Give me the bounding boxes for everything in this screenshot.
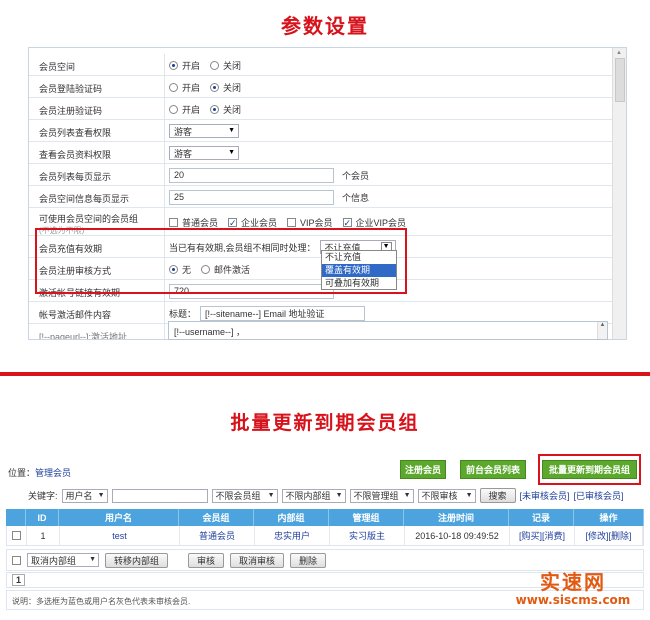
purchase-record-link[interactable]: [购买] <box>519 529 542 542</box>
setting-register-captcha: 会员注册验证码 开启 关闭 <box>29 98 614 120</box>
recharge-option[interactable]: 不让充值 <box>322 251 396 264</box>
admin-group-select[interactable]: 不限管理组 ▼ <box>349 488 414 503</box>
member-table: ID 用户名 会员组 内部组 管理组 注册时间 记录 操作 1 test 普通会… <box>6 509 644 546</box>
username-link[interactable]: test <box>60 526 180 545</box>
recharge-dropdown-list: 不让充值 覆盖有效期 可叠加有效期 <box>321 250 397 290</box>
filter-bar: 关键字: 用户名 ▼ 不限会员组 ▼ 不限内部组 ▼ 不限管理组 ▼ 不限审核 ▼ 搜索 … <box>8 487 624 504</box>
table-header: ID 用户名 会员组 内部组 管理组 注册时间 记录 操作 <box>6 509 644 526</box>
column-header: 会员组 <box>179 509 254 526</box>
column-header: ID <box>26 509 59 526</box>
page-title-settings: 参数设置 <box>281 14 369 38</box>
highlight-box <box>538 454 641 485</box>
group-vip-checkbox[interactable] <box>287 217 297 227</box>
move-inner-group-button[interactable]: 转移内部组 <box>105 552 169 568</box>
chevron-down-icon: ▼ <box>335 491 343 499</box>
scroll-up-icon: ▲ <box>616 50 622 56</box>
register-captcha-on-radio[interactable] <box>169 104 178 114</box>
cancel-inner-group-select[interactable]: 取消内部组 ▼ <box>27 553 99 567</box>
table-row: 1 test 普通会员 忠实用户 实习版主 2016-10-18 09:49:5… <box>6 526 644 546</box>
keyword-input[interactable] <box>111 488 208 503</box>
setting-list-per-page: 会员列表每页显示 20 个会员 <box>29 164 614 186</box>
setting-member-space: 会员空间 开启 关闭 <box>29 54 614 76</box>
site-watermark: 实速网 www.siscms.com <box>503 566 643 607</box>
column-header: 内部组 <box>254 509 329 526</box>
list-permission-select[interactable]: 游客 ▼ <box>169 124 239 138</box>
column-header: 记录 <box>509 509 574 526</box>
recharge-option[interactable]: 覆盖有效期 <box>322 264 396 277</box>
group-normal-checkbox[interactable] <box>169 217 178 227</box>
consume-record-link[interactable]: [消费] <box>542 529 565 542</box>
audit-select[interactable]: 不限审核 ▼ <box>417 488 476 503</box>
page-title-batch-update: 批量更新到期会员组 <box>230 412 420 434</box>
column-header: 操作 <box>574 509 644 526</box>
column-header: 注册时间 <box>404 509 509 526</box>
space-per-page-input[interactable]: 25 <box>169 189 334 205</box>
cancel-audit-button[interactable]: 取消审核 <box>230 552 285 568</box>
member-space-off-radio[interactable] <box>210 60 220 70</box>
select-all-checkbox[interactable] <box>12 555 21 565</box>
chevron-down-icon: ▼ <box>267 491 275 499</box>
group-enterprise-vip-checkbox[interactable]: ✓ <box>342 217 352 227</box>
login-captcha-on-radio[interactable] <box>169 82 178 92</box>
member-space-on-radio[interactable] <box>169 60 178 70</box>
member-group-select[interactable]: 不限会员组 ▼ <box>211 488 278 503</box>
search-field-select[interactable]: 用户名 ▼ <box>61 488 108 503</box>
chevron-down-icon: ▼ <box>89 556 96 563</box>
delete-link[interactable]: [删除] <box>609 529 632 542</box>
register-member-button[interactable]: 注册会员 <box>400 460 446 479</box>
setting-profile-permission: 查看会员资料权限 游客 ▼ <box>29 142 614 164</box>
textarea-scroll-up-icon[interactable]: ▲ <box>597 322 607 339</box>
admin-group-link[interactable]: 实习版主 <box>330 526 405 545</box>
scrollbar-thumb[interactable] <box>615 58 625 102</box>
unaudited-members-link[interactable]: [未审核会员] <box>520 489 570 502</box>
recharge-option[interactable]: 可叠加有效期 <box>322 277 396 290</box>
settings-panel: 会员空间 开启 关闭 会员登陆验证码 开启 关闭 会员注册验证码 开启 关闭 会… <box>28 47 627 340</box>
setting-space-per-page: 会员空间信息每页显示 25 个信息 <box>29 186 614 208</box>
login-captcha-off-radio[interactable] <box>210 82 220 92</box>
edit-link[interactable]: [修改] <box>585 529 608 542</box>
setting-label: 会员空间 <box>39 62 76 72</box>
page-number[interactable]: 1 <box>12 574 25 586</box>
audited-members-link[interactable]: [已审核会员] <box>574 489 624 502</box>
divider <box>0 372 650 376</box>
watermark-url: www.siscms.com <box>515 593 631 607</box>
register-captcha-off-radio[interactable] <box>210 104 220 114</box>
profile-permission-select[interactable]: 游客 ▼ <box>169 146 239 160</box>
frontend-member-list-button[interactable]: 前台会员列表 <box>460 460 526 479</box>
column-header: 管理组 <box>329 509 404 526</box>
group-link[interactable]: 普通会员 <box>180 526 255 545</box>
row-checkbox[interactable] <box>12 531 21 540</box>
breadcrumb: 位置：管理会员 <box>8 468 72 478</box>
chevron-down-icon: ▼ <box>228 149 235 156</box>
inner-group-select[interactable]: 不限内部组 ▼ <box>281 488 346 503</box>
setting-list-permission: 会员列表查看权限 游客 ▼ <box>29 120 614 142</box>
breadcrumb-link[interactable]: 管理会员 <box>35 468 71 478</box>
setting-login-captcha: 会员登陆验证码 开启 关闭 <box>29 76 614 98</box>
mail-subject-input[interactable]: [!--sitename--] Email 地址验证 <box>200 305 366 321</box>
inner-group-link[interactable]: 忠实用户 <box>255 526 330 545</box>
chevron-down-icon: ▼ <box>403 491 411 499</box>
chevron-down-icon: ▼ <box>228 127 235 134</box>
group-enterprise-checkbox[interactable]: ✓ <box>228 217 238 227</box>
settings-scrollbar[interactable]: ▲ <box>612 48 626 339</box>
search-button[interactable]: 搜索 <box>479 488 516 503</box>
column-header: 用户名 <box>59 509 179 526</box>
watermark-name: 实速网 <box>540 570 606 594</box>
chevron-down-icon: ▼ <box>97 491 105 499</box>
mail-body-textarea[interactable]: [!--username--] ， ▲ <box>168 321 608 340</box>
list-per-page-input[interactable]: 20 <box>169 167 334 183</box>
audit-button[interactable]: 审核 <box>188 552 225 568</box>
delete-button[interactable]: 删除 <box>290 552 327 568</box>
chevron-down-icon: ▼ <box>465 491 473 499</box>
